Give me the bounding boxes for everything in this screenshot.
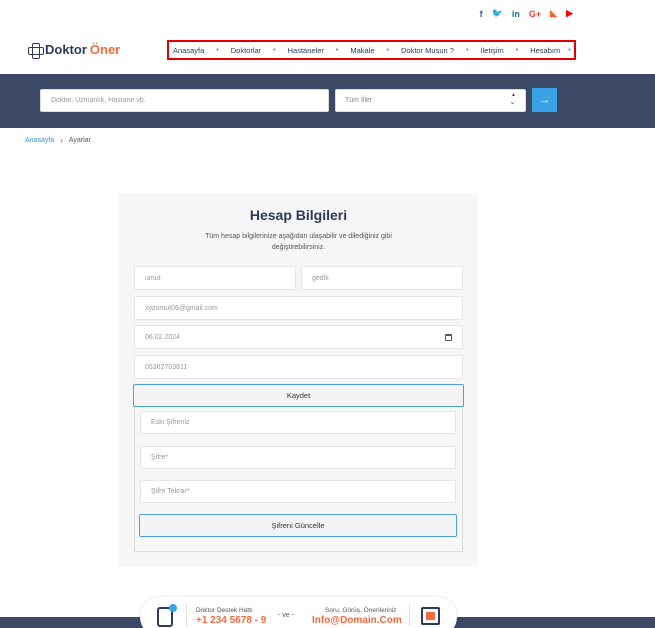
search-button[interactable]: → [532, 88, 557, 112]
youtube-icon[interactable]: ▶ [566, 8, 573, 19]
nav-item-hospitals[interactable]: Hastaneler [288, 46, 324, 55]
social-links: f 🐦 in G+ ◣ ▶ [480, 8, 573, 19]
nav-separator: • [515, 46, 519, 54]
logo-text-accent: Öner [89, 42, 121, 57]
nav-separator: • [216, 46, 219, 54]
breadcrumb-home[interactable]: Anasayfa [25, 137, 54, 144]
last-name-field[interactable]: gedik [301, 266, 463, 290]
google-plus-icon[interactable]: G+ [529, 9, 541, 19]
repeat-password-field[interactable]: Şifre Tekrar* [140, 480, 456, 503]
nav-item-are-you-doctor[interactable]: Doktor Musun ? [401, 46, 454, 55]
city-select-value: Tüm İller [345, 97, 373, 104]
new-password-field[interactable]: Şifre* [140, 446, 456, 469]
medical-cross-icon [28, 42, 44, 59]
old-password-field[interactable]: Eski Şifreniz [140, 411, 456, 434]
email-field[interactable]: xyzomut06@gmail.com [134, 296, 463, 320]
nav-item-doctors[interactable]: Doktorlar [231, 46, 261, 55]
facebook-icon[interactable]: f [480, 9, 483, 19]
hotline-number[interactable]: +1 234 5678 - 9 [196, 615, 266, 626]
hotline-label: Doktor Destek Hattı [196, 607, 253, 614]
breadcrumb-current: Ayarlar [68, 137, 91, 144]
feedback-label: Soru, Görüş, Önerileriniz [325, 607, 397, 614]
breadcrumb: Anasayfa › Ayarlar [25, 136, 91, 145]
nav-separator: • [335, 46, 339, 54]
calendar-icon[interactable] [445, 333, 452, 341]
nav-separator: • [465, 46, 469, 54]
clipboard-icon [421, 607, 440, 625]
phone-field[interactable]: 05362703811 [134, 355, 463, 379]
nav-item-articles[interactable]: Makale [350, 46, 374, 55]
chevron-down-icon: ▲ ⌄ [509, 91, 516, 106]
page-description: Tüm hesap bilgilerinize aşağıdan ulaşabi… [205, 233, 392, 251]
page-title: Hesap Bilgileri [249, 207, 348, 223]
chevron-right-icon: › [60, 136, 63, 145]
update-password-button[interactable]: Şifreni Güncelle [139, 514, 457, 537]
search-input[interactable]: Doktor, Uzmanlık, Hastane vb. [40, 89, 329, 112]
nav-item-home[interactable]: Anasayfa [173, 46, 204, 55]
arrow-right-icon: → [539, 94, 550, 106]
birth-date-field[interactable]: 06.02.2024 [134, 325, 463, 349]
nav-item-contact[interactable]: İletişim [480, 46, 503, 55]
nav-separator: • [273, 46, 276, 54]
rss-icon[interactable]: ◣ [550, 8, 557, 19]
birth-date-value: 06.02.2024 [145, 333, 181, 341]
page: f 🐦 in G+ ◣ ▶ Doktor Öner Anasayfa • Dok… [0, 0, 655, 628]
twitter-icon[interactable]: 🐦 [492, 8, 503, 19]
site-logo[interactable]: Doktor Öner [28, 42, 121, 59]
linkedin-icon[interactable]: in [512, 9, 520, 19]
nav-separator: • [386, 46, 389, 54]
nav-item-account[interactable]: Hesabım [530, 46, 560, 55]
main-nav: Anasayfa • Doktorlar • Hastaneler • Maka… [167, 40, 576, 60]
nav-separator: • [568, 46, 571, 54]
divider [186, 604, 187, 626]
phone-support-icon [157, 604, 177, 627]
first-name-field[interactable]: umut [134, 266, 296, 290]
divider [409, 604, 410, 626]
logo-text-primary: Doktor [45, 42, 87, 57]
city-select[interactable]: Tüm İller ▲ ⌄ [335, 89, 526, 112]
connector-text: - ve - [278, 612, 294, 619]
save-button[interactable]: Kaydet [133, 384, 464, 407]
contact-email[interactable]: Info@Domain.Com [312, 615, 402, 626]
